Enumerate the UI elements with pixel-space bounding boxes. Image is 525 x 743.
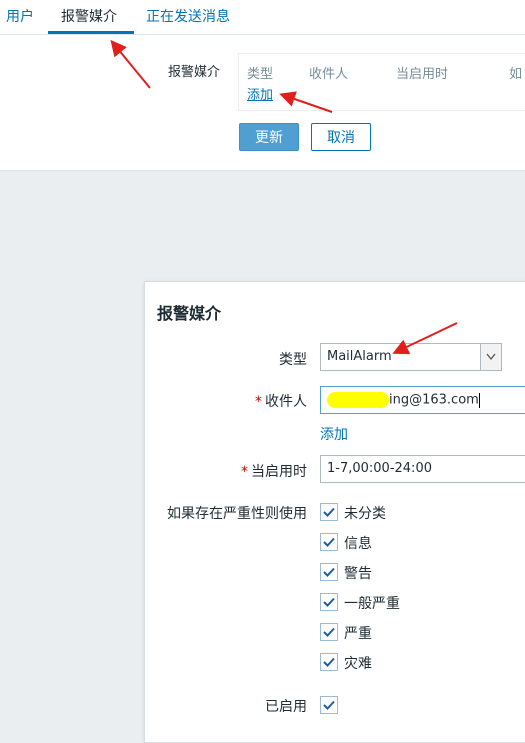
required-marker: * [241, 464, 248, 480]
checkmark-icon [323, 657, 335, 667]
checkmark-icon [323, 597, 335, 607]
required-marker: * [255, 394, 262, 410]
type-select[interactable]: MailAlarm [320, 343, 502, 371]
recipient-label: * 收件人 [205, 391, 307, 411]
checkbox-label: 警告 [344, 566, 372, 582]
checkbox[interactable] [320, 696, 338, 714]
when-active-value: 1-7,00:00-24:00 [327, 461, 432, 476]
checkbox[interactable] [320, 623, 338, 641]
column-when-active: 当启用时 [396, 67, 449, 82]
checkbox-label: 信息 [344, 536, 372, 552]
checkbox[interactable] [320, 503, 338, 521]
tab-bar: 用户 报警媒介 正在发送消息 [0, 0, 525, 35]
cancel-button[interactable]: 取消 [311, 123, 371, 151]
media-table: 类型 收件人 当启用时 如 添加 [238, 53, 525, 111]
checkbox-label: 一般严重 [344, 596, 400, 612]
checkmark-icon [323, 700, 335, 710]
media-label: 报警媒介 [168, 65, 221, 80]
media-add-link[interactable]: 添加 [247, 84, 273, 103]
when-active-input[interactable]: 1-7,00:00-24:00 [320, 455, 525, 483]
checkmark-icon [323, 507, 335, 517]
when-active-label-text: 当启用时 [251, 464, 307, 480]
checkbox[interactable] [320, 533, 338, 551]
column-if-severity: 如 [509, 67, 523, 82]
when-active-label: * 当启用时 [205, 461, 307, 481]
checkmark-icon [323, 627, 335, 637]
tab-media[interactable]: 报警媒介 [61, 6, 117, 26]
column-type: 类型 [247, 67, 274, 82]
checkbox[interactable] [320, 563, 338, 581]
recipient-value: ing@163.com [389, 392, 479, 408]
severity-label: 如果存在严重性则使用 [167, 506, 307, 522]
checkmark-icon [323, 537, 335, 547]
checkbox[interactable] [320, 593, 338, 611]
tab-user[interactable]: 用户 [6, 6, 34, 26]
redaction-mark [327, 392, 389, 408]
text-cursor [478, 392, 480, 408]
chevron-down-icon[interactable] [480, 344, 501, 370]
tab-sending-messages[interactable]: 正在发送消息 [146, 6, 230, 26]
checkbox[interactable] [320, 653, 338, 671]
recipient-label-text: 收件人 [265, 394, 307, 410]
checkbox-label: 未分类 [344, 506, 386, 522]
dialog-title: 报警媒介 [157, 304, 222, 323]
enabled-label: 已启用 [265, 699, 307, 715]
update-button[interactable]: 更新 [239, 123, 299, 151]
column-recipient: 收件人 [309, 67, 349, 82]
checkbox-label: 灾难 [344, 656, 372, 672]
checkbox-label: 严重 [344, 626, 372, 642]
active-tab-indicator [48, 31, 134, 34]
type-select-value: MailAlarm [327, 349, 392, 364]
recipient-input[interactable]: ing@163.com [320, 386, 525, 414]
checkmark-icon [323, 567, 335, 577]
media-dialog: 报警媒介 类型 MailAlarm * 收件人 ing@163.com 添加 * 当… [144, 281, 525, 743]
user-edit-panel: 用户 报警媒介 正在发送消息 报警媒介 类型 收件人 当启用时 如 添加 更新 … [0, 0, 525, 171]
recipient-add-link[interactable]: 添加 [320, 424, 348, 444]
type-label: 类型 [279, 352, 307, 368]
